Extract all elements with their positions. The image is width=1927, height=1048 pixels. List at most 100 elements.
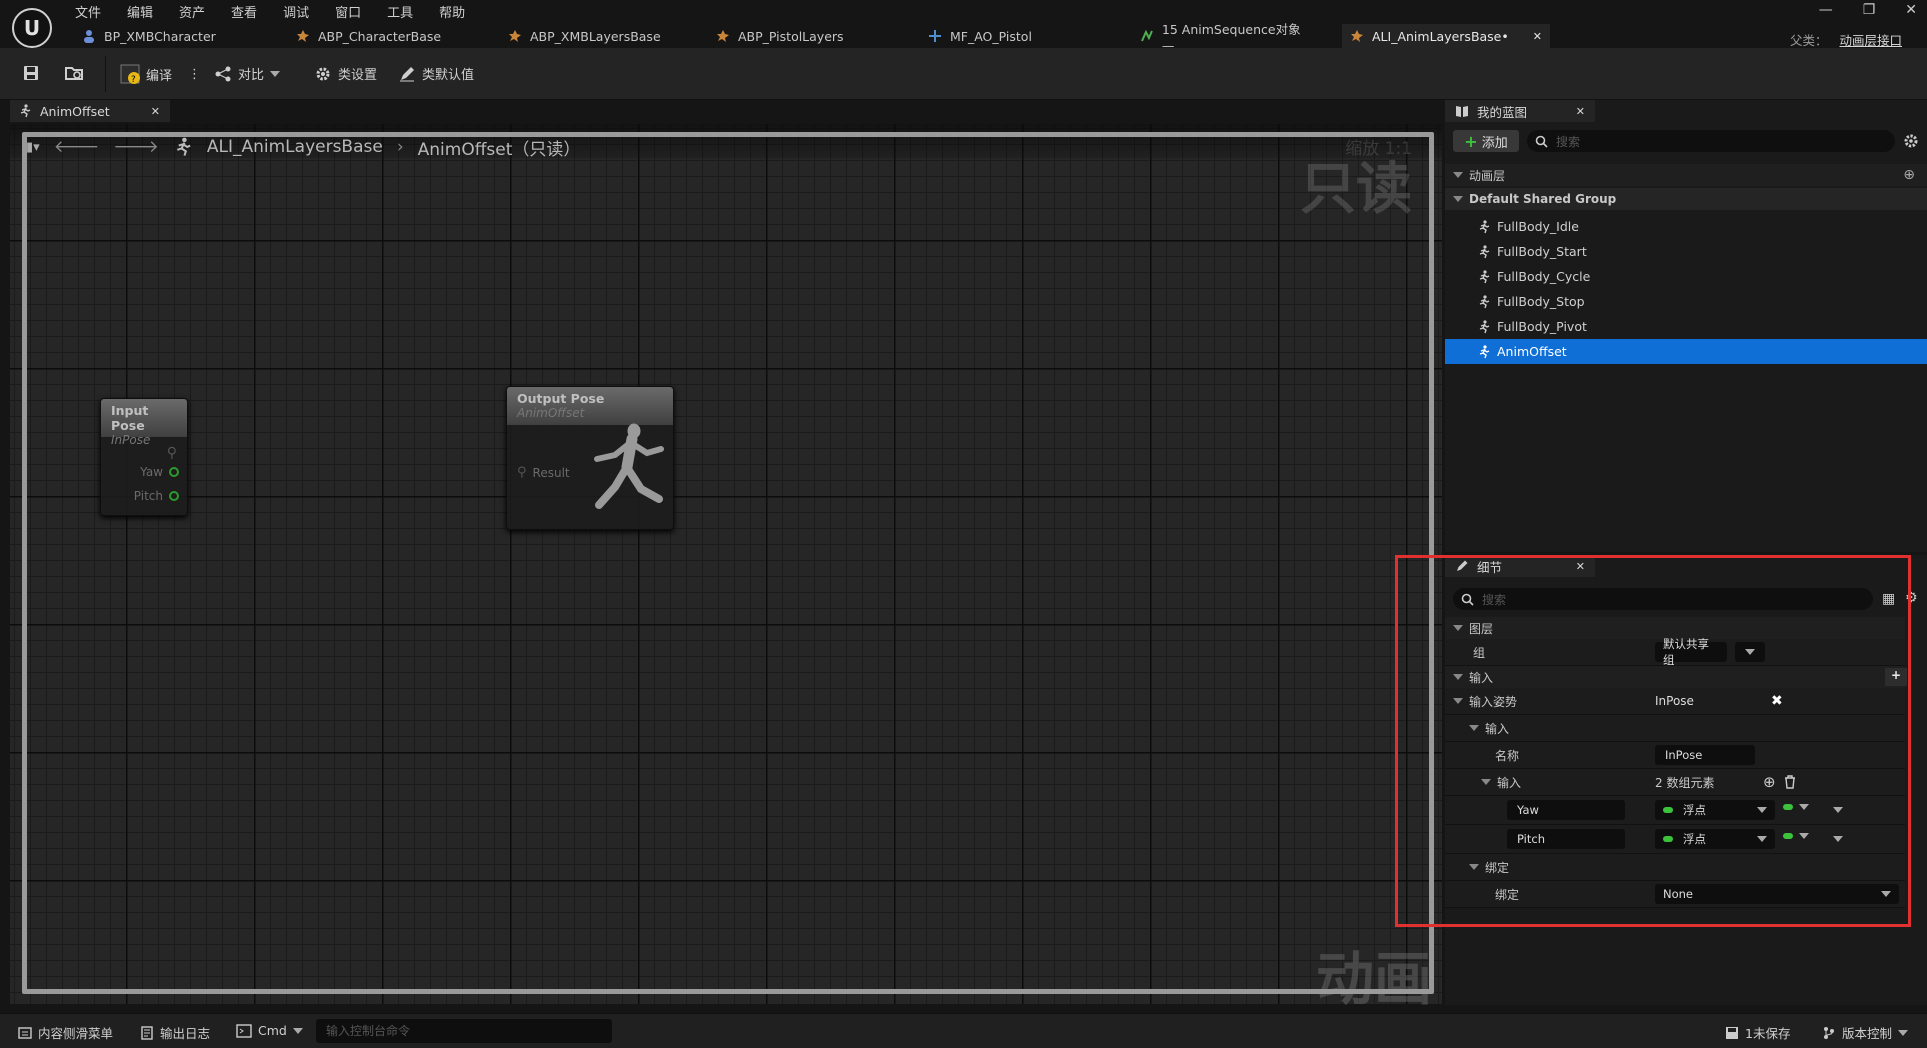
layer-item[interactable]: FullBody_Pivot (1445, 314, 1927, 339)
unreal-logo-icon[interactable]: U (12, 8, 52, 48)
running-man-icon (1479, 344, 1490, 358)
input-pose-node[interactable]: Input Pose InPose ⚲ Yaw Pitch (100, 398, 188, 516)
layer-item-selected[interactable]: AnimOffset (1445, 339, 1927, 364)
browse-folder-icon (65, 67, 83, 80)
graph-tab-animoffset[interactable]: AnimOffset ✕ (10, 100, 170, 122)
menu-help[interactable]: 帮助 (439, 2, 465, 22)
blueprint-search-input[interactable]: 搜索 (1527, 130, 1895, 152)
minimize-icon[interactable]: — (1819, 2, 1833, 18)
asset-tab-label: BP_XMBCharacter (104, 28, 216, 44)
asset-tab-label: ALI_AnimLayersBase• (1372, 28, 1509, 44)
section-anim-layers[interactable]: 动画层 ⊕ (1445, 164, 1927, 186)
asset-tab-abp-xmblayersbase[interactable]: ABP_XMBLayersBase (500, 24, 700, 48)
pitch-output-pin[interactable]: Pitch (134, 489, 179, 503)
menu-file[interactable]: 文件 (75, 2, 101, 22)
group-default-shared[interactable]: Default Shared Group (1445, 188, 1927, 210)
asset-tab-ali-animlayersbase[interactable]: ALI_AnimLayersBase• ✕ (1342, 24, 1550, 48)
group-label: Default Shared Group (1469, 192, 1617, 206)
parent-class-label: 父类： (1789, 33, 1828, 48)
plus-icon: + (1464, 131, 1478, 151)
layer-item[interactable]: FullBody_Idle (1445, 214, 1927, 239)
content-drawer-button[interactable]: 内容侧滑菜单 (18, 1023, 113, 1042)
toolbar: ? 编译 ⋮ 对比 类设置 类默认值 (0, 48, 1927, 100)
asset-tab-bp-xmbcharacter[interactable]: BP_XMBCharacter (74, 24, 274, 48)
close-tab-icon[interactable]: ✕ (151, 105, 160, 118)
diff-button[interactable]: 对比 (214, 64, 281, 83)
close-window-icon[interactable]: ✕ (1905, 2, 1917, 18)
running-man-icon (1479, 319, 1490, 333)
class-defaults-button[interactable]: 类默认值 (398, 64, 474, 83)
menu-window[interactable]: 窗口 (335, 2, 361, 22)
menu-edit[interactable]: 编辑 (127, 2, 153, 22)
graph-tab-bar: AnimOffset ✕ (0, 100, 1443, 122)
restore-icon[interactable]: ❐ (1863, 2, 1876, 18)
save-icon (24, 66, 38, 80)
content-drawer-label: 内容侧滑菜单 (38, 1026, 114, 1041)
svg-text:?: ? (131, 75, 136, 84)
unsaved-button[interactable]: 1未保存 (1725, 1023, 1790, 1042)
menu-asset[interactable]: 资产 (179, 2, 205, 22)
float-pin-icon (169, 467, 179, 477)
unsaved-label: 1未保存 (1745, 1026, 1791, 1041)
compile-options-icon[interactable]: ⋮ (188, 67, 201, 82)
gear-icon (316, 67, 330, 80)
output-log-label: 输出日志 (160, 1026, 211, 1041)
anim-blueprint-icon (717, 30, 729, 42)
close-tab-icon[interactable]: ✕ (1576, 105, 1585, 118)
diff-icon (215, 66, 231, 81)
pose-pin-icon[interactable]: ⚲ (167, 445, 177, 461)
collapse-arrow-icon (1453, 172, 1463, 178)
settings-gear-icon[interactable] (1903, 133, 1919, 149)
asset-tab-animsequence[interactable]: 15 AnimSequence对象—... (1132, 22, 1332, 53)
layer-item-label: FullBody_Stop (1497, 294, 1585, 309)
menu-view[interactable]: 查看 (231, 2, 257, 22)
add-label: 添加 (1481, 135, 1508, 151)
node-subtitle: AnimOffset (517, 406, 585, 420)
console-command-input[interactable]: 输入控制台命令 (316, 1019, 612, 1043)
my-blueprint-panel: 我的蓝图 ✕ + 添加 搜索 动画层 ⊕ Default Shared Grou… (1445, 100, 1927, 552)
class-settings-button[interactable]: 类设置 (314, 64, 377, 83)
asset-tab-abp-pistollayers[interactable]: ABP_PistolLayers (708, 24, 908, 48)
anim-blueprint-icon (297, 30, 309, 42)
my-blueprint-tab[interactable]: 我的蓝图 ✕ (1445, 100, 1595, 122)
add-circle-icon[interactable]: ⊕ (1903, 167, 1915, 183)
asset-tab-mf-ao-pistol[interactable]: MF_AO_Pistol (920, 24, 1120, 48)
save-button[interactable] (22, 64, 40, 82)
chevron-down-icon (1898, 1029, 1909, 1036)
panel-tab-label: 我的蓝图 (1477, 104, 1528, 120)
asset-tab-abp-characterbase[interactable]: ABP_CharacterBase (288, 24, 488, 48)
running-man-icon (1479, 269, 1490, 283)
class-defaults-label: 类默认值 (422, 68, 475, 83)
output-pose-node[interactable]: Output Pose AnimOffset ⚲ Result (506, 386, 674, 530)
output-log-button[interactable]: 输出日志 (140, 1023, 210, 1042)
layer-item[interactable]: FullBody_Cycle (1445, 264, 1927, 289)
add-button[interactable]: + 添加 (1453, 130, 1519, 152)
menu-debug[interactable]: 调试 (283, 2, 309, 22)
close-tab-icon[interactable]: ✕ (1533, 30, 1542, 43)
yaw-output-pin[interactable]: Yaw (140, 465, 179, 479)
running-man-icon (1479, 244, 1490, 258)
layer-item[interactable]: FullBody_Stop (1445, 289, 1927, 314)
parent-class: 父类： 动画层接口 (1790, 30, 1902, 49)
graph-tab-label: AnimOffset (40, 103, 110, 119)
layer-item[interactable]: FullBody_Start (1445, 239, 1927, 264)
result-input-pin[interactable]: ⚲ Result (517, 465, 570, 480)
layer-item-label: AnimOffset (1497, 344, 1567, 359)
chevron-down-icon (292, 1027, 303, 1034)
material-function-icon (929, 30, 941, 42)
cmd-dropdown[interactable]: Cmd (236, 1023, 303, 1038)
title-bar: U 文件 编辑 资产 查看 调试 窗口 工具 帮助 — ❐ ✕ BP_XMBCh… (0, 0, 1927, 53)
source-control-button[interactable]: 版本控制 (1822, 1023, 1909, 1042)
output-log-icon (141, 1025, 153, 1040)
menu-tools[interactable]: 工具 (387, 2, 413, 22)
asset-tab-label: ABP_XMBLayersBase (530, 28, 661, 44)
diff-label: 对比 (238, 68, 265, 83)
terminal-icon (236, 1023, 252, 1038)
graph-editor[interactable]: ▮▾ 🡐 🡒 ALI_AnimLayersBase › AnimOffset（只… (10, 124, 1442, 1013)
float-pin-icon (169, 491, 179, 501)
browse-button[interactable] (64, 64, 84, 82)
parent-class-link[interactable]: 动画层接口 (1839, 33, 1902, 48)
compile-button[interactable]: ? 编译 ⋮ (120, 64, 201, 84)
layer-item-label: FullBody_Start (1497, 244, 1587, 259)
chevron-down-icon (270, 70, 281, 77)
